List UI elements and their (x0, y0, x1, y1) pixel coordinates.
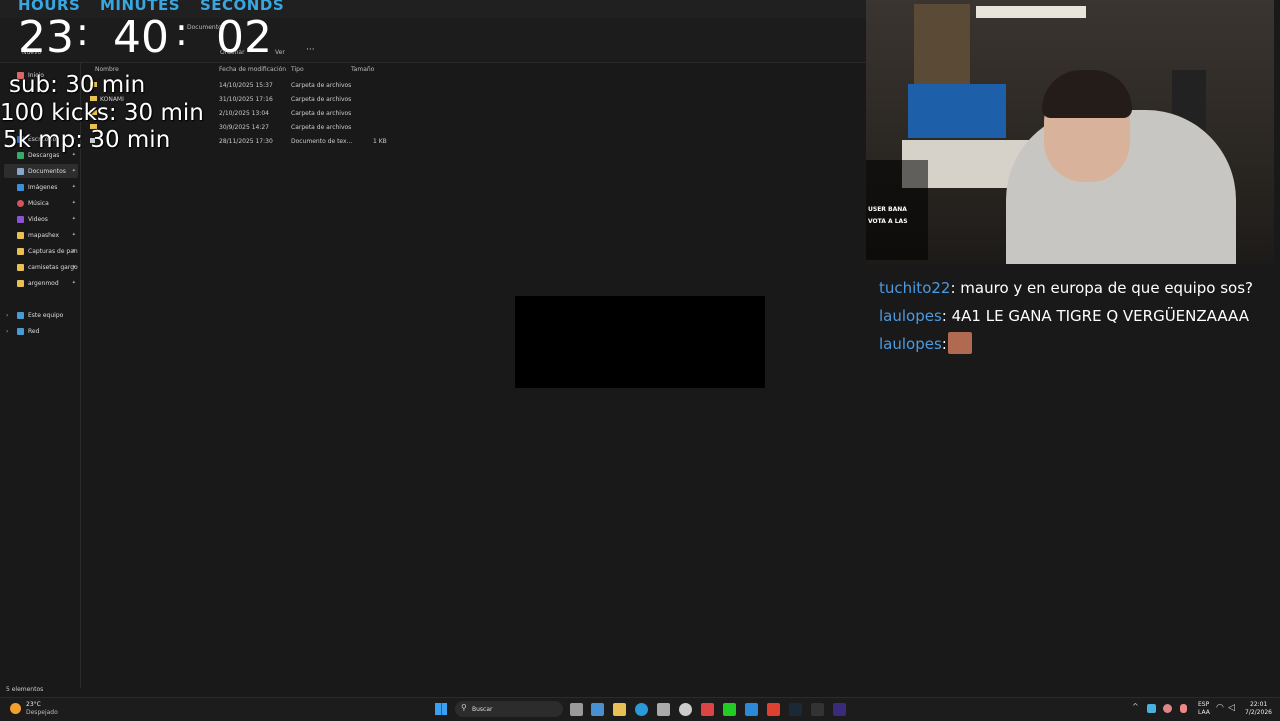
chat-username: laulopes (879, 335, 942, 353)
black-overlay-box (515, 296, 765, 388)
goal-mp: 5k mp: 30 min (3, 127, 171, 153)
windows-start-icon[interactable] (435, 703, 447, 715)
file-explorer-icon[interactable] (613, 703, 626, 716)
view-button[interactable]: Ver (275, 49, 285, 56)
timer-separator: : (76, 10, 89, 54)
search-icon: ⚲ (461, 703, 467, 712)
pin-icon: ✦ (71, 280, 76, 286)
more-options-button[interactable]: ··· (306, 45, 315, 55)
task-view-icon[interactable] (570, 703, 583, 716)
clock-time[interactable]: 22:01 (1250, 701, 1267, 708)
goal-sub: sub: 30 min (9, 72, 146, 98)
image-icon (17, 183, 24, 191)
chat-username: laulopes (879, 307, 942, 325)
goal-kicks: 100 kicks: 30 min (0, 100, 204, 126)
timer-separator: : (175, 10, 188, 54)
tray-app-icon[interactable] (1163, 704, 1172, 713)
chevron-right-icon[interactable]: › (6, 312, 8, 319)
chat-username: tuchito22 (879, 279, 951, 297)
sidebar-item-documentos[interactable]: Documentos ✦ (4, 164, 78, 178)
store-icon[interactable] (657, 703, 670, 716)
pin-icon: ✦ (71, 232, 76, 238)
cam-chat-panel: USER BANA VOTA A LAS (866, 160, 928, 260)
emote-icon (948, 332, 972, 354)
weather-desc: Despejado (26, 709, 58, 716)
pin-icon: ✦ (71, 184, 76, 190)
column-header-type[interactable]: Tipo (291, 66, 304, 73)
clock-date[interactable]: 7/2/2026 (1245, 709, 1272, 716)
pin-icon: ✦ (71, 264, 76, 270)
chevron-right-icon[interactable]: › (6, 328, 8, 335)
chrome-icon[interactable] (679, 703, 692, 716)
network-icon (17, 327, 24, 335)
tray-app-icon[interactable] (1147, 704, 1156, 713)
pin-icon: ✦ (71, 200, 76, 206)
chat-text: 4A1 LE GANA TIGRE Q VERGÜENZAAAA (951, 307, 1249, 325)
brave-icon[interactable] (767, 703, 780, 716)
column-header-size[interactable]: Tamaño (351, 66, 374, 73)
folder-icon (17, 279, 24, 287)
chat-message: laulopes: 4A1 LE GANA TIGRE Q VERGÜENZAA… (879, 307, 1249, 325)
chat-message: tuchito22: mauro y en europa de que equi… (879, 279, 1253, 297)
wifi-icon[interactable]: ◠ (1216, 703, 1224, 713)
folder-icon (17, 247, 24, 255)
chevron-up-icon[interactable]: ^ (1132, 702, 1139, 711)
obs-icon[interactable] (811, 703, 824, 716)
microphone-icon[interactable] (1180, 704, 1187, 713)
music-icon (17, 199, 24, 207)
taskbar: 23°C Despejado ⚲ Buscar ^ ESP LAA ◠ ◁ 22… (0, 697, 1280, 721)
sidebar-item-videos[interactable]: Videos ✦ (4, 212, 78, 226)
weather-temp: 23°C (26, 701, 41, 708)
tv-screen (908, 84, 1006, 138)
status-bar-count: 5 elementos (6, 686, 44, 693)
volume-icon[interactable]: ◁ (1228, 703, 1235, 713)
kick-icon[interactable] (723, 703, 736, 716)
computer-icon (17, 311, 24, 319)
chat-text: mauro y en europa de que equipo sos? (960, 279, 1253, 297)
video-icon (17, 215, 24, 223)
sidebar-item-este-equipo[interactable]: › Este equipo (4, 308, 78, 322)
language-indicator[interactable]: ESP (1198, 701, 1209, 708)
timer-minutes: 40 (113, 12, 169, 63)
edge-icon[interactable] (635, 703, 648, 716)
shelf (976, 6, 1086, 18)
copilot-icon[interactable] (591, 703, 604, 716)
timer-seconds: 02 (216, 12, 272, 63)
navigation-pane: Inicio Escritorio ✦ Descargas ✦ Documentos… (0, 63, 81, 688)
pin-icon: ✦ (71, 168, 76, 174)
recorder-icon[interactable] (701, 703, 714, 716)
sidebar-item-musica[interactable]: Música ✦ (4, 196, 78, 210)
pin-icon: ✦ (71, 248, 76, 254)
column-header-date[interactable]: Fecha de modificación (219, 66, 286, 73)
folder-icon (17, 263, 24, 271)
taskbar-search[interactable]: ⚲ Buscar (455, 701, 563, 717)
sidebar-item-camisetas[interactable]: camisetas gargo ✦ (4, 260, 78, 274)
sidebar-item-capturas[interactable]: Capturas de pan ✦ (4, 244, 78, 258)
folder-icon (17, 231, 24, 239)
chat-message: laulopes: (879, 332, 972, 354)
steam-icon[interactable] (789, 703, 802, 716)
notes-icon[interactable] (745, 703, 758, 716)
pin-icon: ✦ (71, 216, 76, 222)
document-icon (17, 167, 24, 175)
weather-icon[interactable] (10, 703, 21, 714)
fc-icon[interactable] (833, 703, 846, 716)
sidebar-item-argenmod[interactable]: argenmod ✦ (4, 276, 78, 290)
poster (914, 4, 970, 88)
sidebar-item-red[interactable]: › Red (4, 324, 78, 338)
sidebar-item-mapashex[interactable]: mapashex ✦ (4, 228, 78, 242)
timer-hours: 23 (18, 12, 74, 63)
sidebar-item-imagenes[interactable]: Imágenes ✦ (4, 180, 78, 194)
webcam-feed: USER BANA VOTA A LAS (866, 0, 1274, 264)
